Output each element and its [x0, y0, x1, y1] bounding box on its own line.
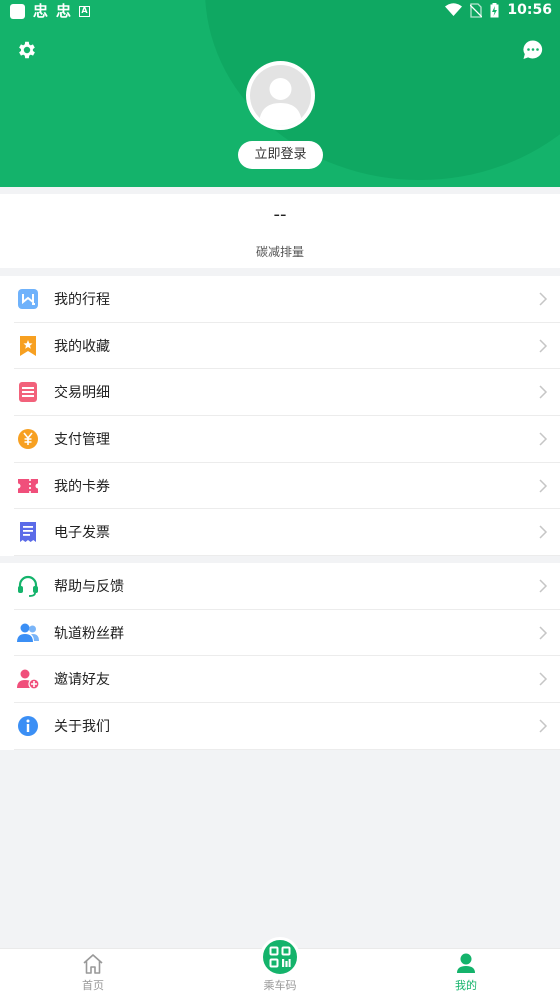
group-icon: [17, 623, 39, 642]
trip-icon: [18, 288, 38, 309]
login-button[interactable]: 立即登录: [238, 141, 323, 169]
menu-item-about-us[interactable]: 关于我们: [14, 703, 560, 750]
chevron-right-icon: [539, 385, 548, 399]
chevron-right-icon: [539, 626, 548, 640]
menu-item-help-feedback[interactable]: 帮助与反馈: [14, 563, 560, 610]
tab-label: 乘车码: [263, 979, 297, 992]
home-icon: [83, 954, 103, 974]
ticket-icon: [18, 478, 38, 493]
settings-button[interactable]: [16, 39, 38, 61]
menu-group-support: 帮助与反馈 轨道粉丝群 邀请好友 关于我们: [0, 563, 560, 750]
info-icon: [18, 715, 38, 736]
bookmark-star-icon: [20, 335, 36, 356]
menu-item-coupons[interactable]: 我的卡券: [14, 463, 560, 510]
carbon-reduction-card[interactable]: -- 碳减排量: [0, 194, 560, 268]
carbon-reduction-value: --: [273, 204, 287, 225]
chevron-right-icon: [539, 479, 548, 493]
transaction-list-icon: [19, 382, 37, 403]
status-bar: 忠 忠 A 10:56: [0, 0, 560, 24]
qr-code-icon: [269, 946, 291, 968]
battery-charging-icon: [490, 2, 499, 17]
messages-button[interactable]: [522, 39, 544, 61]
menu-item-label: 帮助与反馈: [54, 578, 124, 595]
chevron-right-icon: [539, 579, 548, 593]
bottom-tab-bar: 首页 乘车码 我的: [0, 937, 560, 995]
notification-glyph: 忠: [33, 2, 49, 20]
headset-icon: [18, 575, 38, 597]
notification-a-icon: A: [79, 6, 91, 17]
receipt-icon: [20, 522, 36, 543]
menu-item-label: 电子发票: [54, 525, 110, 542]
menu-item-label: 支付管理: [54, 431, 110, 448]
menu-item-label: 我的行程: [54, 291, 110, 308]
chevron-right-icon: [539, 339, 548, 353]
tab-home[interactable]: 首页: [33, 949, 153, 995]
chevron-right-icon: [539, 292, 548, 306]
menu-item-label: 我的卡券: [54, 478, 110, 495]
no-sim-icon: [470, 2, 483, 18]
gear-icon: [19, 41, 35, 59]
chevron-right-icon: [539, 672, 548, 686]
menu-item-fan-group[interactable]: 轨道粉丝群: [14, 610, 560, 657]
avatar[interactable]: [246, 61, 315, 130]
tab-ride-code[interactable]: 乘车码: [220, 937, 340, 995]
menu-item-label: 关于我们: [54, 718, 110, 735]
user-icon: [457, 953, 475, 973]
notification-app-icon: [10, 4, 25, 19]
tab-label: 我的: [455, 979, 477, 992]
menu-item-label: 交易明细: [54, 385, 110, 402]
chevron-right-icon: [539, 719, 548, 733]
menu-item-label: 轨道粉丝群: [54, 625, 124, 642]
status-time: 10:56: [507, 2, 552, 18]
tab-mine[interactable]: 我的: [406, 949, 526, 995]
add-friend-icon: [17, 669, 40, 690]
menu-item-label: 我的收藏: [54, 338, 110, 355]
ride-code-button[interactable]: [260, 937, 300, 977]
menu-item-my-trips[interactable]: 我的行程: [14, 276, 560, 323]
chevron-right-icon: [539, 432, 548, 446]
menu-item-e-invoice[interactable]: 电子发票: [14, 509, 560, 557]
wifi-icon: [445, 3, 463, 16]
carbon-reduction-label: 碳减排量: [255, 245, 304, 259]
menu-group-account: 我的行程 我的收藏 交易明细 支付管理 我的卡券 电子发票: [0, 276, 560, 557]
tab-label: 首页: [82, 979, 104, 992]
chevron-right-icon: [539, 525, 548, 539]
menu-item-invite-friends[interactable]: 邀请好友: [14, 656, 560, 704]
menu-item-payment[interactable]: 支付管理: [14, 416, 560, 463]
menu-item-transactions[interactable]: 交易明细: [14, 369, 560, 417]
notification-glyph: 忠: [56, 2, 72, 20]
yuan-coin-icon: [18, 428, 38, 449]
message-bubble-icon: [523, 40, 543, 59]
menu-item-label: 邀请好友: [54, 672, 110, 689]
menu-item-favorites[interactable]: 我的收藏: [14, 323, 560, 370]
profile-header: 忠 忠 A 10:56 立即登录: [0, 0, 560, 187]
default-user-icon: [259, 78, 302, 126]
